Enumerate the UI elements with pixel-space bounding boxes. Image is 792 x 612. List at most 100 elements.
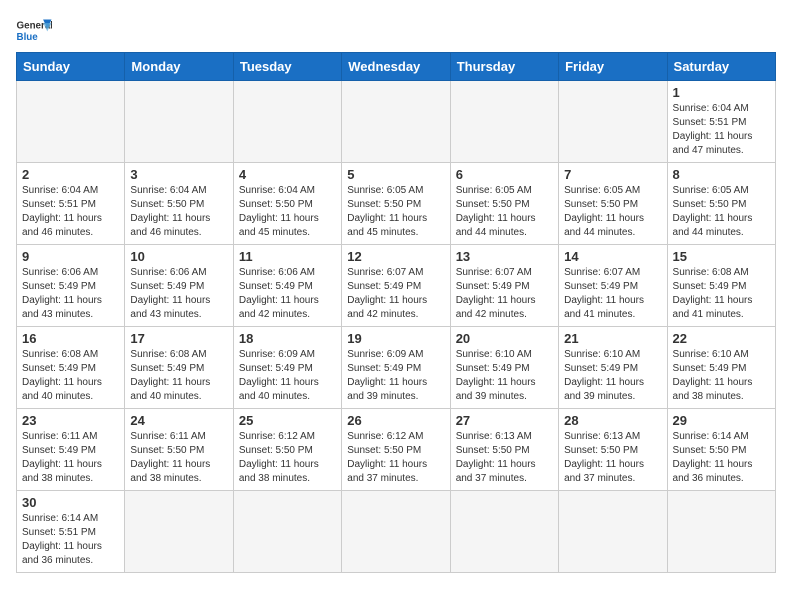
calendar-cell: 27 Sunrise: 6:13 AMSunset: 5:50 PMDayligh… <box>450 409 558 491</box>
day-number: 30 <box>22 495 119 510</box>
calendar-cell <box>450 491 558 573</box>
day-number: 22 <box>673 331 770 346</box>
day-info: Sunrise: 6:04 AMSunset: 5:51 PMDaylight:… <box>22 184 119 240</box>
day-number: 9 <box>22 249 119 264</box>
calendar-cell <box>559 491 667 573</box>
calendar-cell: 8Sunrise: 6:05 AMSunset: 5:50 PMDaylight… <box>667 163 775 245</box>
calendar-cell: 24 Sunrise: 6:11 AMSunset: 5:50 PMDayligh… <box>125 409 233 491</box>
day-number: 20 <box>456 331 553 346</box>
day-number: 11 <box>239 249 336 264</box>
day-info: Sunrise: 6:10 AMSunset: 5:49 PMDaylight:… <box>564 348 661 404</box>
calendar-cell <box>342 81 450 163</box>
calendar-week-2: 2 Sunrise: 6:04 AMSunset: 5:51 PMDaylight… <box>17 163 776 245</box>
calendar-week-1: 1 Sunrise: 6:04 AMSunset: 5:51 PMDaylight… <box>17 81 776 163</box>
day-info: Sunrise: 6:07 AMSunset: 5:49 PMDaylight:… <box>456 266 553 322</box>
day-info: Sunrise: 6:13 AMSunset: 5:50 PMDaylight:… <box>456 430 553 486</box>
day-number: 3 <box>130 167 227 182</box>
day-info: Sunrise: 6:09 AMSunset: 5:49 PMDaylight:… <box>347 348 444 404</box>
weekday-header-thursday: Thursday <box>450 53 558 81</box>
day-info: Sunrise: 6:14 AMSunset: 5:50 PMDaylight:… <box>673 430 770 486</box>
calendar-cell: 30 Sunrise: 6:14 AMSunset: 5:51 PMDayligh… <box>17 491 125 573</box>
calendar-cell: 16 Sunrise: 6:08 AMSunset: 5:49 PMDayligh… <box>17 327 125 409</box>
day-number: 2 <box>22 167 119 182</box>
day-number: 25 <box>239 413 336 428</box>
day-number: 21 <box>564 331 661 346</box>
calendar-cell: 12Sunrise: 6:07 AMSunset: 5:49 PMDayligh… <box>342 245 450 327</box>
calendar-cell: 28 Sunrise: 6:13 AMSunset: 5:50 PMDayligh… <box>559 409 667 491</box>
day-info: Sunrise: 6:12 AMSunset: 5:50 PMDaylight:… <box>239 430 336 486</box>
day-info: Sunrise: 6:10 AMSunset: 5:49 PMDaylight:… <box>456 348 553 404</box>
calendar-week-4: 16 Sunrise: 6:08 AMSunset: 5:49 PMDayligh… <box>17 327 776 409</box>
calendar-cell: 25 Sunrise: 6:12 AMSunset: 5:50 PMDayligh… <box>233 409 341 491</box>
day-info: Sunrise: 6:12 AMSunset: 5:50 PMDaylight:… <box>347 430 444 486</box>
calendar-cell: 2 Sunrise: 6:04 AMSunset: 5:51 PMDaylight… <box>17 163 125 245</box>
day-info: Sunrise: 6:05 AMSunset: 5:50 PMDaylight:… <box>347 184 444 240</box>
day-number: 8 <box>673 167 770 182</box>
calendar-cell: 11 Sunrise: 6:06 AMSunset: 5:49 PMDayligh… <box>233 245 341 327</box>
day-number: 27 <box>456 413 553 428</box>
calendar-cell: 19 Sunrise: 6:09 AMSunset: 5:49 PMDayligh… <box>342 327 450 409</box>
day-info: Sunrise: 6:06 AMSunset: 5:49 PMDaylight:… <box>22 266 119 322</box>
day-info: Sunrise: 6:08 AMSunset: 5:49 PMDaylight:… <box>22 348 119 404</box>
calendar-cell: 1 Sunrise: 6:04 AMSunset: 5:51 PMDaylight… <box>667 81 775 163</box>
day-number: 6 <box>456 167 553 182</box>
day-info: Sunrise: 6:06 AMSunset: 5:49 PMDaylight:… <box>239 266 336 322</box>
day-number: 29 <box>673 413 770 428</box>
day-number: 26 <box>347 413 444 428</box>
weekday-header-tuesday: Tuesday <box>233 53 341 81</box>
day-info: Sunrise: 6:05 AMSunset: 5:50 PMDaylight:… <box>456 184 553 240</box>
day-number: 19 <box>347 331 444 346</box>
calendar-cell: 14 Sunrise: 6:07 AMSunset: 5:49 PMDayligh… <box>559 245 667 327</box>
calendar-cell: 22 Sunrise: 6:10 AMSunset: 5:49 PMDayligh… <box>667 327 775 409</box>
calendar-table: SundayMondayTuesdayWednesdayThursdayFrid… <box>16 52 776 573</box>
calendar-cell: 20 Sunrise: 6:10 AMSunset: 5:49 PMDayligh… <box>450 327 558 409</box>
day-number: 1 <box>673 85 770 100</box>
calendar-cell <box>450 81 558 163</box>
day-info: Sunrise: 6:06 AMSunset: 5:49 PMDaylight:… <box>130 266 227 322</box>
calendar-cell: 29 Sunrise: 6:14 AMSunset: 5:50 PMDayligh… <box>667 409 775 491</box>
logo-icon: General Blue <box>16 16 52 44</box>
calendar-cell: 13 Sunrise: 6:07 AMSunset: 5:49 PMDayligh… <box>450 245 558 327</box>
calendar-cell <box>233 81 341 163</box>
day-number: 10 <box>130 249 227 264</box>
weekday-header-monday: Monday <box>125 53 233 81</box>
calendar-cell: 10 Sunrise: 6:06 AMSunset: 5:49 PMDayligh… <box>125 245 233 327</box>
calendar-cell: 3Sunrise: 6:04 AMSunset: 5:50 PMDaylight… <box>125 163 233 245</box>
day-info: Sunrise: 6:10 AMSunset: 5:49 PMDaylight:… <box>673 348 770 404</box>
day-info: Sunrise: 6:04 AMSunset: 5:51 PMDaylight:… <box>673 102 770 158</box>
calendar-week-5: 23 Sunrise: 6:11 AMSunset: 5:49 PMDayligh… <box>17 409 776 491</box>
calendar-cell: 5Sunrise: 6:05 AMSunset: 5:50 PMDaylight… <box>342 163 450 245</box>
weekday-header-saturday: Saturday <box>667 53 775 81</box>
day-number: 15 <box>673 249 770 264</box>
day-number: 24 <box>130 413 227 428</box>
weekday-header-wednesday: Wednesday <box>342 53 450 81</box>
day-info: Sunrise: 6:14 AMSunset: 5:51 PMDaylight:… <box>22 512 119 568</box>
calendar-week-6: 30 Sunrise: 6:14 AMSunset: 5:51 PMDayligh… <box>17 491 776 573</box>
weekday-header-row: SundayMondayTuesdayWednesdayThursdayFrid… <box>17 53 776 81</box>
calendar-cell: 15 Sunrise: 6:08 AMSunset: 5:49 PMDayligh… <box>667 245 775 327</box>
day-info: Sunrise: 6:11 AMSunset: 5:50 PMDaylight:… <box>130 430 227 486</box>
calendar-cell: 26 Sunrise: 6:12 AMSunset: 5:50 PMDayligh… <box>342 409 450 491</box>
calendar-cell <box>233 491 341 573</box>
calendar-cell: 9 Sunrise: 6:06 AMSunset: 5:49 PMDaylight… <box>17 245 125 327</box>
day-number: 28 <box>564 413 661 428</box>
day-info: Sunrise: 6:08 AMSunset: 5:49 PMDaylight:… <box>673 266 770 322</box>
calendar-cell: 17Sunrise: 6:08 AMSunset: 5:49 PMDayligh… <box>125 327 233 409</box>
day-number: 14 <box>564 249 661 264</box>
day-number: 16 <box>22 331 119 346</box>
calendar-cell <box>125 491 233 573</box>
day-info: Sunrise: 6:13 AMSunset: 5:50 PMDaylight:… <box>564 430 661 486</box>
calendar-cell: 18Sunrise: 6:09 AMSunset: 5:49 PMDayligh… <box>233 327 341 409</box>
calendar-cell: 7Sunrise: 6:05 AMSunset: 5:50 PMDaylight… <box>559 163 667 245</box>
day-number: 13 <box>456 249 553 264</box>
day-info: Sunrise: 6:05 AMSunset: 5:50 PMDaylight:… <box>564 184 661 240</box>
calendar-cell: 23 Sunrise: 6:11 AMSunset: 5:49 PMDayligh… <box>17 409 125 491</box>
calendar-week-3: 9 Sunrise: 6:06 AMSunset: 5:49 PMDaylight… <box>17 245 776 327</box>
calendar-cell <box>17 81 125 163</box>
calendar-cell: 6 Sunrise: 6:05 AMSunset: 5:50 PMDaylight… <box>450 163 558 245</box>
day-number: 23 <box>22 413 119 428</box>
day-number: 12 <box>347 249 444 264</box>
day-info: Sunrise: 6:07 AMSunset: 5:49 PMDaylight:… <box>564 266 661 322</box>
calendar-cell <box>342 491 450 573</box>
day-info: Sunrise: 6:11 AMSunset: 5:49 PMDaylight:… <box>22 430 119 486</box>
